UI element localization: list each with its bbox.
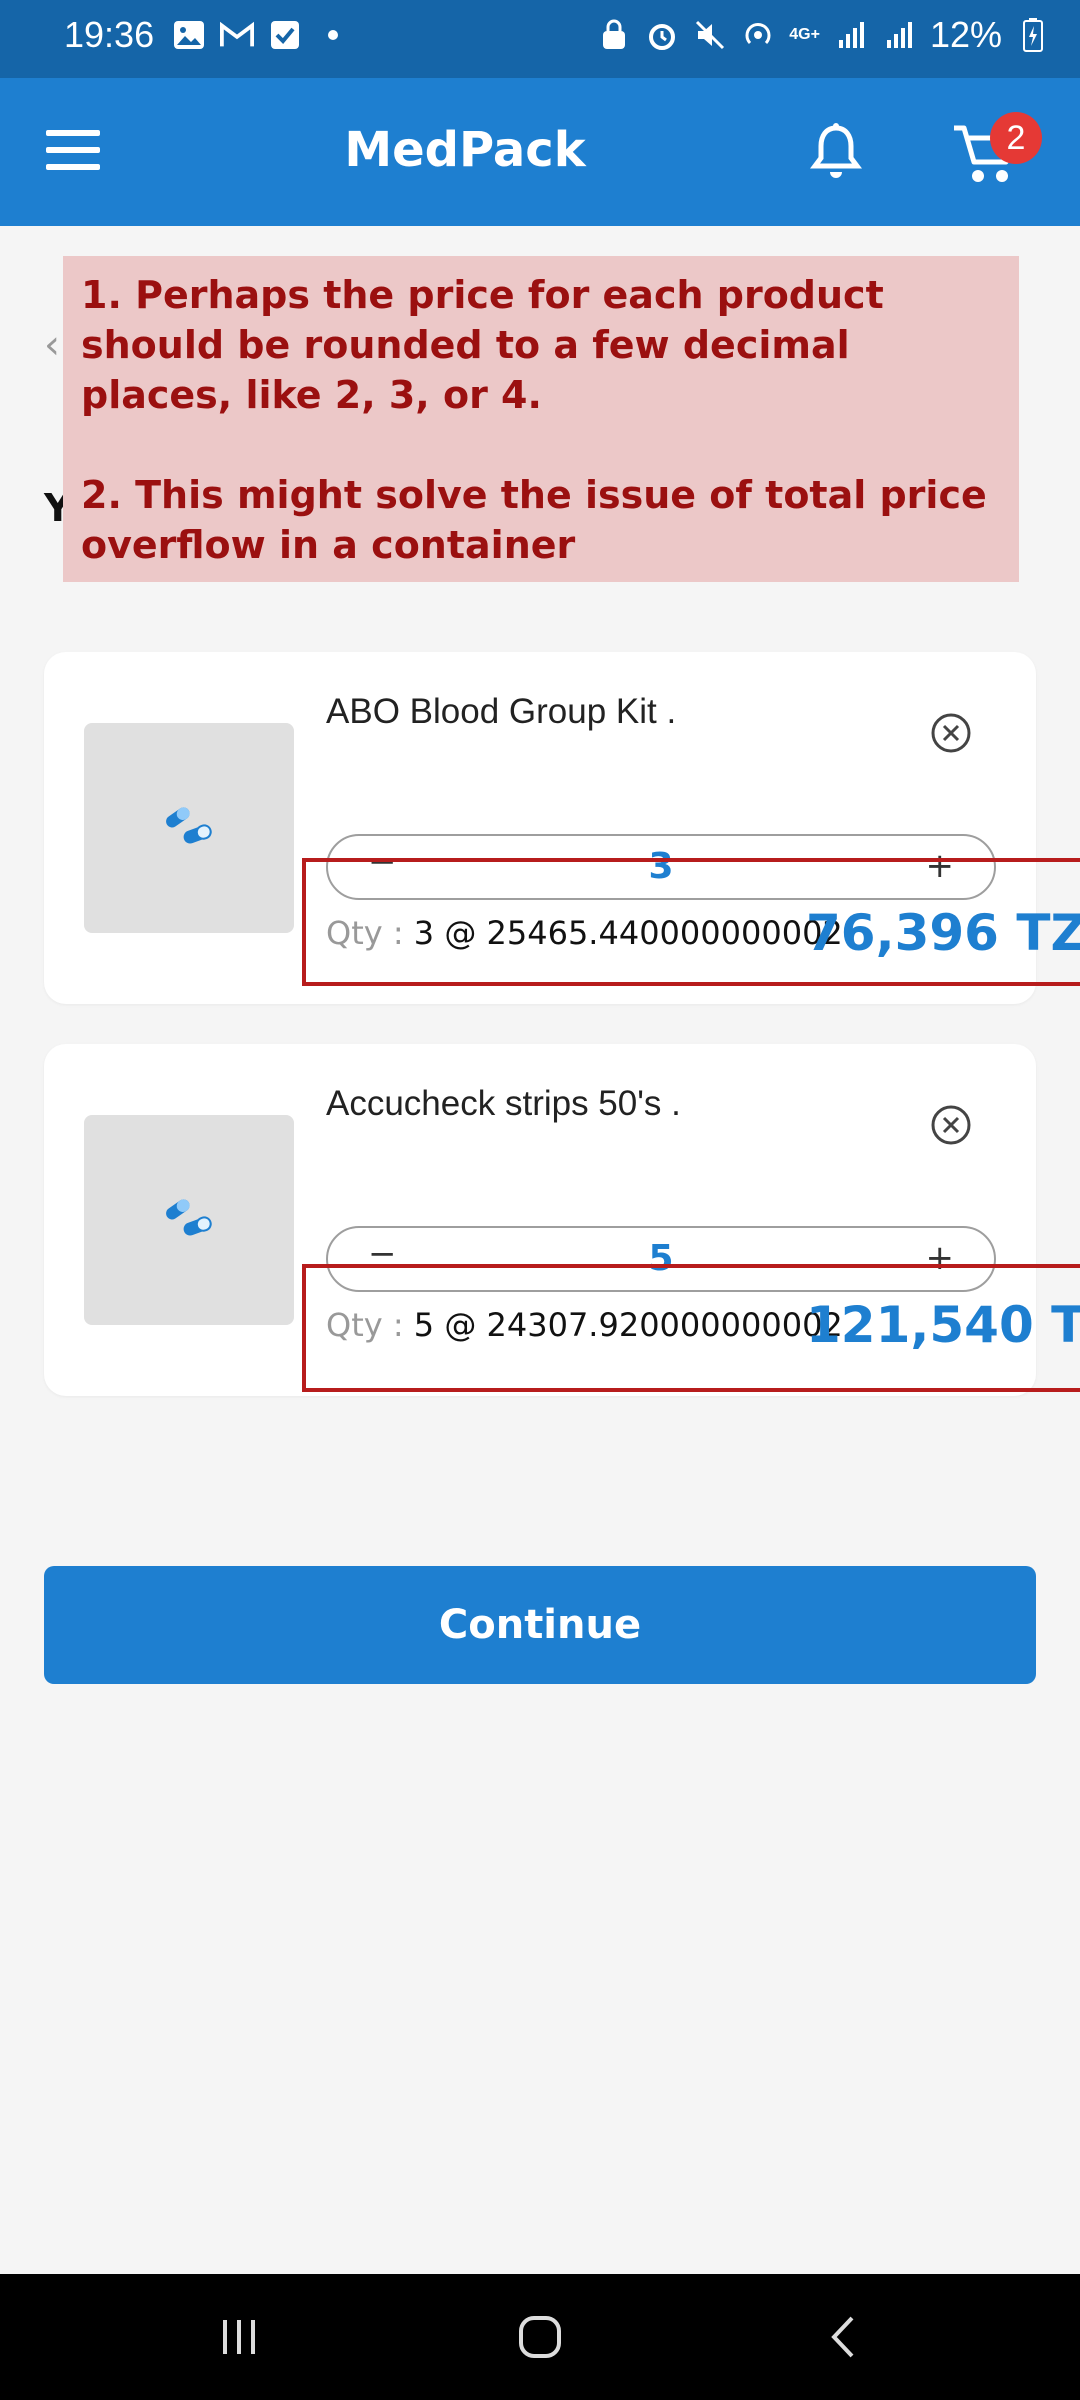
battery-charging-icon	[1016, 18, 1050, 52]
annotation-note: 1. Perhaps the price for each product sh…	[63, 256, 1019, 582]
more-notifications-dot-icon	[316, 18, 350, 52]
signal-strength-icon-1	[834, 18, 868, 52]
unit-price-detail: 3 @ 25465.440000000002	[413, 914, 843, 952]
continue-button[interactable]: Continue	[44, 1566, 1036, 1684]
system-navigation-bar	[0, 2274, 1080, 2400]
qty-label: Qty :	[326, 1306, 404, 1344]
status-system-icons: 4G+ 12%	[597, 14, 1050, 56]
product-name: ABO Blood Group Kit .	[326, 692, 677, 731]
back-icon[interactable]	[808, 2304, 878, 2370]
increment-button[interactable]: +	[926, 846, 955, 886]
quantity-stepper: − 5 +	[326, 1226, 996, 1292]
network-type-label: 4G+	[789, 26, 820, 43]
recent-apps-icon[interactable]	[204, 2304, 274, 2370]
mute-icon	[693, 18, 727, 52]
product-image-placeholder	[84, 1115, 294, 1325]
quantity-value: 5	[648, 1238, 674, 1279]
hotspot-icon	[741, 18, 775, 52]
battery-percent: 12%	[929, 14, 1002, 55]
cart-item-card: ABO Blood Group Kit . − 3 + Qty : 3 @ 25…	[44, 652, 1036, 1004]
notification-bell-icon[interactable]	[808, 122, 864, 182]
annotation-point-1: 1. Perhaps the price for each product sh…	[81, 273, 884, 417]
remove-item-icon[interactable]	[930, 1104, 972, 1146]
quantity-stepper: − 3 +	[326, 834, 996, 900]
qty-label: Qty :	[326, 914, 404, 952]
security-lock-icon	[597, 18, 631, 52]
alarm-icon	[645, 18, 679, 52]
signal-strength-icon-2	[882, 18, 916, 52]
back-chevron-icon[interactable]: ‹	[44, 322, 60, 368]
app-bar: MedPack	[0, 78, 1080, 226]
status-time: 19:36	[64, 14, 155, 55]
product-name: Accucheck strips 50's .	[326, 1084, 681, 1123]
home-icon[interactable]	[505, 2304, 575, 2370]
status-notification-icons	[172, 18, 350, 52]
app-title: MedPack	[344, 122, 586, 178]
cart-item-card: Accucheck strips 50's . − 5 + Qty : 5 @ …	[44, 1044, 1036, 1396]
status-bar: 19:36 4G+ 12%	[0, 0, 1080, 78]
pills-icon	[163, 804, 215, 852]
increment-button[interactable]: +	[926, 1238, 955, 1278]
unit-price-line: Qty : 5 @ 24307.920000000002	[326, 1306, 843, 1344]
quantity-value: 3	[648, 846, 674, 887]
pills-icon	[163, 1196, 215, 1244]
gallery-icon	[172, 18, 206, 52]
unit-price-line: Qty : 3 @ 25465.440000000002	[326, 914, 843, 952]
product-image-placeholder	[84, 723, 294, 933]
hamburger-menu-icon[interactable]	[46, 130, 100, 174]
cart-count-badge: 2	[990, 112, 1042, 164]
remove-item-icon[interactable]	[930, 712, 972, 754]
gmail-icon	[220, 18, 254, 52]
tasks-check-icon	[268, 18, 302, 52]
unit-price-detail: 5 @ 24307.920000000002	[413, 1306, 843, 1344]
annotation-point-2: 2. This might solve the issue of total p…	[81, 473, 987, 567]
